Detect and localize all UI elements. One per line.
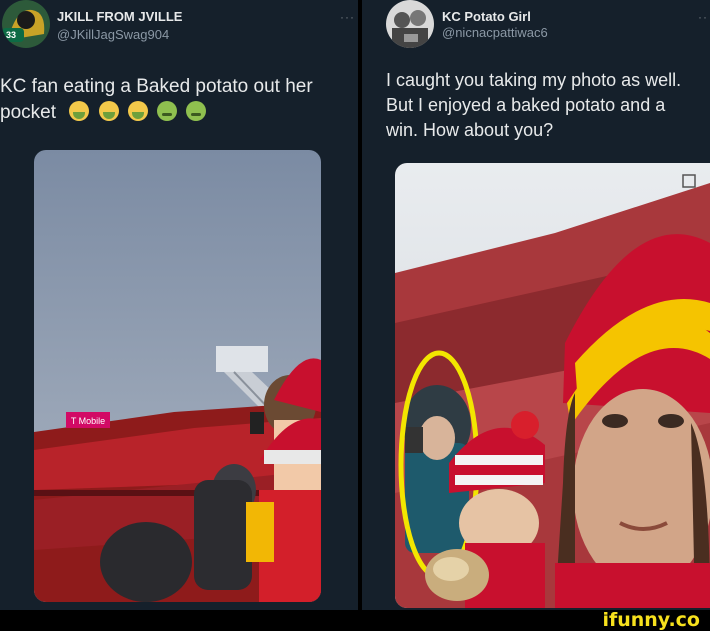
face-vomiting-icon [98, 101, 119, 121]
tweet-text-word: pocket [0, 102, 56, 123]
tweet-text-line: KC fan eating a Baked potato out her [0, 76, 313, 97]
user-handle[interactable]: @nicnacpattiwac6 [442, 25, 548, 40]
tweet-left: 33 JKILL FROM JVILLE @JKillJagSwag904 ··… [0, 0, 358, 610]
face-vomiting-icon [69, 101, 90, 121]
stadium-sign: T Mobile [71, 416, 105, 426]
avatar[interactable]: 33 [2, 0, 50, 48]
tweet-text-line: I caught you taking my photo as well. [386, 70, 682, 90]
nauseated-face-icon [157, 101, 178, 121]
tweet-text: KC fan eating a Baked potato out her poc… [0, 74, 356, 126]
more-options-icon[interactable]: ··· [340, 10, 355, 24]
more-options-icon[interactable]: ·· [698, 10, 708, 24]
tweet-text: I caught you taking my photo as well. Bu… [386, 68, 710, 143]
tweet-photo[interactable]: T Mobile [34, 150, 321, 602]
display-name[interactable]: JKILL FROM JVILLE [57, 9, 182, 24]
display-name[interactable]: KC Potato Girl [442, 9, 531, 24]
tweet-text-line: win. How about you? [386, 120, 554, 140]
user-handle[interactable]: @JKillJagSwag904 [57, 27, 169, 42]
tweet-right: KC Potato Girl @nicnacpattiwac6 ·· I cau… [362, 0, 710, 610]
brand-watermark: ifunny.co [602, 609, 700, 631]
watermark-bar: ifunny.co [0, 610, 710, 631]
tweet-text-line-2: pocket [0, 100, 356, 126]
nauseated-face-icon [186, 101, 207, 121]
face-vomiting-icon [127, 101, 148, 121]
tweet-text-line: But I enjoyed a baked potato and a [386, 95, 666, 115]
tweet-photo[interactable] [395, 163, 710, 608]
avatar[interactable] [386, 0, 434, 48]
jersey-number: 33 [6, 30, 17, 40]
